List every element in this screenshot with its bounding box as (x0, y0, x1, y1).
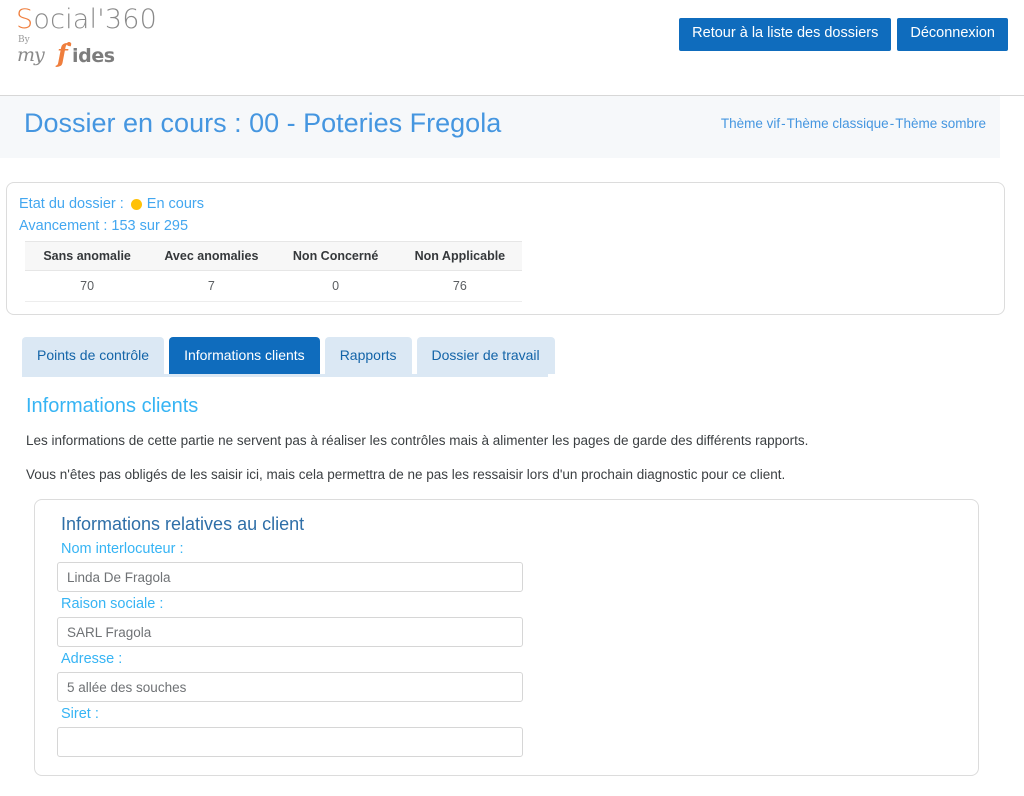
status-dot-icon (130, 198, 142, 210)
tab-informations-clients[interactable]: Informations clients (169, 336, 320, 375)
folder-progress-text: Avancement : 153 sur 295 (19, 218, 189, 235)
folder-state-value: En cours (146, 196, 205, 212)
siret-input[interactable] (57, 727, 523, 758)
field-raison-sociale: Raison sociale : (57, 596, 978, 648)
field-label-siret: Siret : (61, 706, 99, 723)
app-header: Social'360 By my f ides Retour à la list… (0, 0, 1024, 95)
field-label-nom-interlocuteur: Nom interlocuteur : (61, 541, 184, 558)
table-cell-avec-anomalies: 7 (149, 270, 274, 302)
logout-button[interactable]: Déconnexion (897, 18, 1008, 51)
field-siret: Siret : (57, 706, 978, 758)
brand-logo-my: my (17, 44, 45, 66)
folder-status-card: Etat du dossier : En cours Avancement : … (6, 182, 1005, 315)
folder-state-label: Etat du dossier : (19, 196, 124, 212)
status-summary-table: Sans anomalie Avec anomalies Non Concern… (25, 240, 522, 302)
table-cell-non-applicable: 76 (397, 270, 522, 302)
brand-logo[interactable]: Social'360 By my f ides (16, 6, 196, 68)
brand-logo-title: Social'360 (16, 6, 196, 33)
table-header-avec-anomalies: Avec anomalies (149, 240, 274, 271)
page-titlebar: Dossier en cours : 00 - Poteries Fregola… (0, 96, 1000, 158)
table-row: 70 7 0 76 (25, 270, 522, 302)
brand-logo-ides: ides (72, 45, 115, 67)
nom-interlocuteur-input[interactable] (57, 562, 523, 593)
table-cell-non-concerne: 0 (273, 270, 398, 302)
table-header-row: Sans anomalie Avec anomalies Non Concern… (25, 240, 522, 271)
form-card-title: Informations relatives au client (61, 514, 305, 535)
folder-state-row: Etat du dossier : En cours (19, 193, 992, 215)
adresse-input[interactable] (57, 672, 523, 703)
section-paragraph-2: Vous n'êtes pas obligés de les saisir ic… (26, 466, 786, 482)
table-cell-sans-anomalie: 70 (25, 270, 150, 302)
field-adresse: Adresse : (57, 651, 978, 703)
theme-link-sombre[interactable]: Thème sombre (895, 116, 986, 131)
brand-logo-f: f (57, 39, 68, 68)
field-label-raison-sociale: Raison sociale : (61, 596, 164, 613)
theme-link-vif[interactable]: Thème vif (721, 116, 780, 131)
theme-switcher: Thème vif-Thème classique-Thème sombre (721, 116, 986, 131)
header-actions: Retour à la liste des dossiers Déconnexi… (679, 18, 1008, 51)
brand-logo-title-rest: ocial'360 (33, 4, 158, 35)
tab-dossier-de-travail[interactable]: Dossier de travail (416, 336, 555, 375)
back-to-folders-button[interactable]: Retour à la liste des dossiers (679, 18, 892, 51)
table-header-sans-anomalie: Sans anomalie (25, 240, 150, 271)
section-title: Informations clients (26, 395, 199, 418)
field-nom-interlocuteur: Nom interlocuteur : (57, 541, 978, 593)
tab-points-de-controle[interactable]: Points de contrôle (22, 336, 165, 375)
tab-rapports[interactable]: Rapports (324, 336, 412, 375)
brand-logo-subtitle: By my f ides (16, 35, 196, 68)
client-info-form-card: Informations relatives au client Nom int… (34, 499, 979, 777)
table-header-non-applicable: Non Applicable (397, 240, 522, 271)
page-title: Dossier en cours : 00 - Poteries Fregola (24, 108, 502, 138)
field-label-adresse: Adresse : (61, 651, 123, 668)
main-tabs: Points de contrôle Informations clients … (22, 336, 1024, 375)
section-paragraph-1: Les informations de cette partie ne serv… (26, 433, 809, 449)
theme-link-classique[interactable]: Thème classique (787, 116, 889, 131)
raison-sociale-input[interactable] (57, 617, 523, 648)
table-header-non-concerne: Non Concerné (273, 240, 398, 271)
tab-panel-informations-clients: Informations clients Les informations de… (26, 395, 1024, 777)
tabs-underline (22, 374, 548, 378)
brand-logo-accent-letter: S (16, 4, 34, 35)
